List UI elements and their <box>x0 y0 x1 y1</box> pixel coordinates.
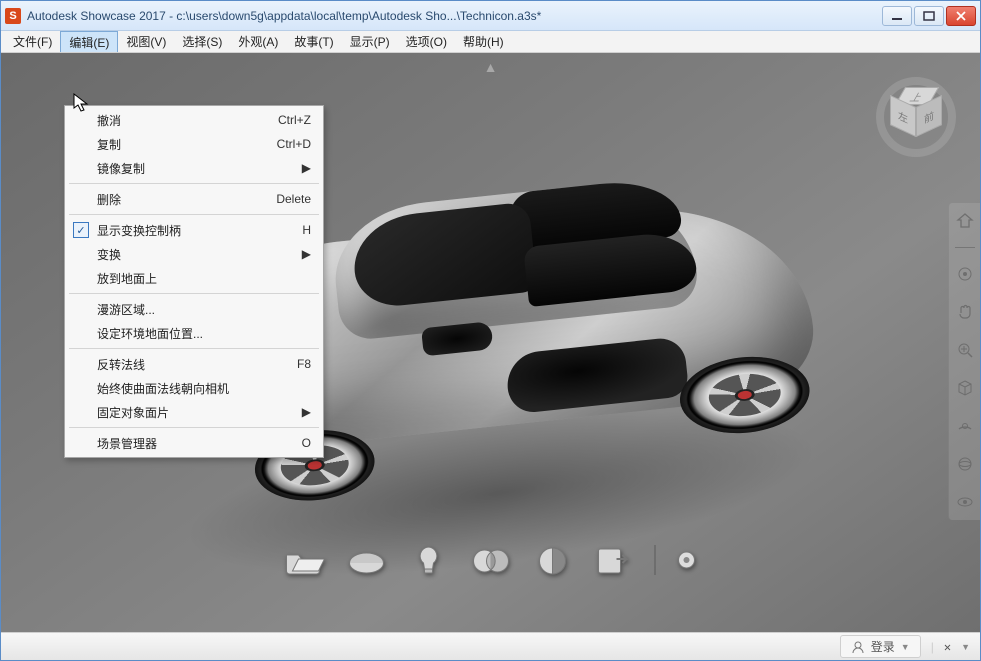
menu-show-transform-shortcut: H <box>302 223 311 237</box>
menu-duplicate[interactable]: 复制Ctrl+D <box>67 132 321 156</box>
submenu-arrow-icon: ▶ <box>302 405 311 419</box>
menu-set-ground-position-label: 设定环境地面位置... <box>97 325 311 342</box>
status-close-icon[interactable]: ✕ <box>944 640 951 654</box>
env-icon[interactable] <box>344 542 388 578</box>
expand-top-icon[interactable]: ▲ <box>484 59 498 75</box>
menu-delete-label: 删除 <box>97 191 276 208</box>
menu-place-on-ground-label: 放到地面上 <box>97 270 311 287</box>
export-icon[interactable] <box>592 542 636 578</box>
minimize-button[interactable] <box>882 6 912 26</box>
menu-scene-manager-shortcut: O <box>302 436 311 450</box>
titlebar: S Autodesk Showcase 2017 - c:\users\down… <box>1 1 980 31</box>
menubar: 文件(F) 编辑(E) 视图(V) 选择(S) 外观(A) 故事(T) 显示(P… <box>1 31 980 53</box>
menu-separator <box>69 348 319 349</box>
viewcube-cube[interactable]: 上 左 前 <box>890 87 942 135</box>
menu-delete-shortcut: Delete <box>276 192 311 206</box>
dropdown-arrow-icon[interactable]: ▼ <box>961 642 970 652</box>
menu-place-on-ground[interactable]: 放到地面上 <box>67 266 321 290</box>
menu-file[interactable]: 文件(F) <box>5 31 60 52</box>
menu-mirror-duplicate-label: 镜像复制 <box>97 160 302 177</box>
viewport[interactable]: ▲ 上 左 前 <box>1 53 980 632</box>
close-button[interactable] <box>946 6 976 26</box>
menu-select[interactable]: 选择(S) <box>174 31 230 52</box>
menu-story[interactable]: 故事(T) <box>286 31 341 52</box>
settings-gear-icon[interactable] <box>673 542 699 578</box>
home-icon[interactable] <box>953 209 977 233</box>
menu-walk-zone[interactable]: 漫游区域... <box>67 297 321 321</box>
menu-flip-normals-shortcut: F8 <box>297 357 311 371</box>
menu-help[interactable]: 帮助(H) <box>455 31 512 52</box>
menu-undo[interactable]: 撤消Ctrl+Z <box>67 108 321 132</box>
window-title: Autodesk Showcase 2017 - c:\users\down5g… <box>27 9 880 23</box>
login-button[interactable]: 登录 ▼ <box>840 635 921 658</box>
bottom-toolbar <box>274 536 707 584</box>
menu-walk-zone-label: 漫游区域... <box>97 301 311 318</box>
compare-icon[interactable] <box>530 542 574 578</box>
target-icon[interactable] <box>953 262 977 286</box>
window-buttons <box>880 6 976 26</box>
navigation-bar <box>948 203 980 520</box>
open-icon[interactable] <box>282 542 326 578</box>
menu-edit[interactable]: 编辑(E) <box>60 31 118 52</box>
menu-scene-manager[interactable]: 场景管理器O <box>67 431 321 455</box>
menu-scene-manager-label: 场景管理器 <box>97 435 302 452</box>
menu-view[interactable]: 视图(V) <box>118 31 174 52</box>
zoom-plus-icon[interactable] <box>953 338 977 362</box>
menu-appearance[interactable]: 外观(A) <box>230 31 286 52</box>
menu-show-transform-label: 显示变换控制柄 <box>97 222 302 239</box>
login-label: 登录 <box>871 638 895 655</box>
menu-undo-label: 撤消 <box>97 112 278 129</box>
status-separator: | <box>931 640 934 654</box>
menu-separator <box>69 183 319 184</box>
user-icon <box>851 640 865 654</box>
menu-show-transform-handles[interactable]: ✓ 显示变换控制柄H <box>67 218 321 242</box>
menu-fix-patches[interactable]: 固定对象面片▶ <box>67 400 321 424</box>
menu-delete[interactable]: 删除Delete <box>67 187 321 211</box>
app-icon: S <box>5 8 21 24</box>
menu-mirror-duplicate[interactable]: 镜像复制▶ <box>67 156 321 180</box>
material-icon[interactable] <box>468 542 512 578</box>
check-icon: ✓ <box>73 222 89 238</box>
menu-fix-patches-label: 固定对象面片 <box>97 404 302 421</box>
menu-normals-face-camera[interactable]: 始终使曲面法线朝向相机 <box>67 376 321 400</box>
menu-separator <box>69 214 319 215</box>
toolbar-separator <box>654 545 655 575</box>
statusbar: 登录 ▼ | ✕ ▼ <box>1 632 980 660</box>
dropdown-arrow-icon: ▼ <box>901 642 910 652</box>
hand-icon[interactable] <box>953 300 977 324</box>
viewcube[interactable]: 上 左 前 <box>876 77 956 157</box>
cube-icon[interactable] <box>953 376 977 400</box>
menu-separator <box>69 293 319 294</box>
eye-icon[interactable] <box>953 490 977 514</box>
menu-transform[interactable]: 变换▶ <box>67 242 321 266</box>
menu-duplicate-shortcut: Ctrl+D <box>277 137 311 151</box>
menu-separator <box>69 427 319 428</box>
menu-undo-shortcut: Ctrl+Z <box>278 113 311 127</box>
submenu-arrow-icon: ▶ <box>302 161 311 175</box>
submenu-arrow-icon: ▶ <box>302 247 311 261</box>
menu-flip-normals[interactable]: 反转法线F8 <box>67 352 321 376</box>
maximize-button[interactable] <box>914 6 944 26</box>
nav-separator <box>955 247 975 248</box>
menu-flip-normals-label: 反转法线 <box>97 356 297 373</box>
menu-set-ground-position[interactable]: 设定环境地面位置... <box>67 321 321 345</box>
menu-transform-label: 变换 <box>97 246 302 263</box>
menu-options[interactable]: 选项(O) <box>398 31 455 52</box>
light-icon[interactable] <box>406 542 450 578</box>
menu-display[interactable]: 显示(P) <box>342 31 398 52</box>
app-window: S Autodesk Showcase 2017 - c:\users\down… <box>0 0 981 661</box>
edit-menu-dropdown: 撤消Ctrl+Z 复制Ctrl+D 镜像复制▶ 删除Delete ✓显示变换控制… <box>64 105 324 458</box>
orbit-arc-icon[interactable] <box>953 414 977 438</box>
menu-duplicate-label: 复制 <box>97 136 277 153</box>
menu-normals-face-camera-label: 始终使曲面法线朝向相机 <box>97 380 311 397</box>
orbit-full-icon[interactable] <box>953 452 977 476</box>
